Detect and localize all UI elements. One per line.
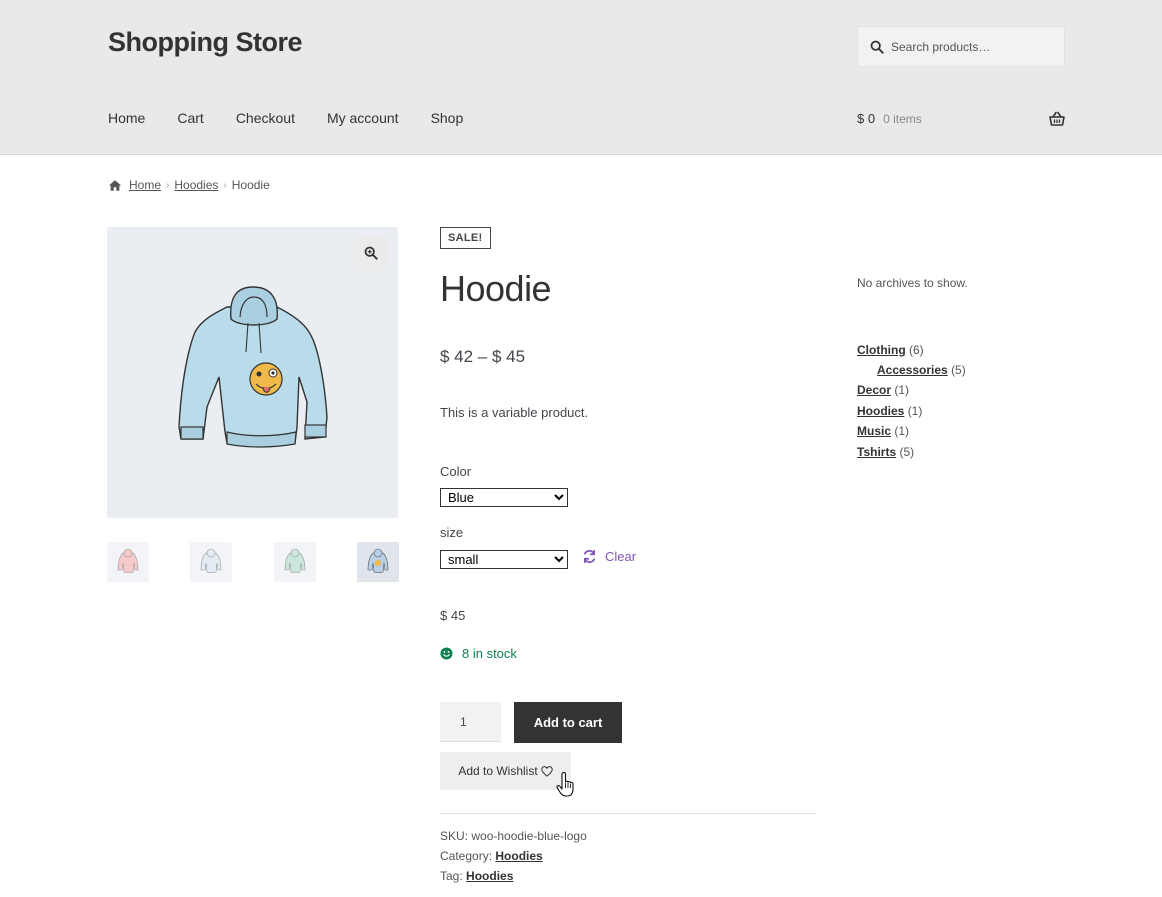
thumbnail-hoodie-image <box>367 548 389 574</box>
category-count: (1) <box>894 383 910 397</box>
category-link[interactable]: Music <box>857 424 891 438</box>
quantity-input[interactable] <box>440 702 501 742</box>
no-archives-text: No archives to show. <box>857 276 968 290</box>
size-label: size <box>440 525 464 540</box>
category-link[interactable]: Clothing <box>857 343 906 357</box>
basket-icon <box>1049 111 1065 126</box>
breadcrumb: Home › Hoodies › Hoodie <box>108 178 270 192</box>
product-title: Hoodie <box>440 268 552 309</box>
category-item-tshirts: Tshirts (5) <box>857 445 914 459</box>
sale-badge: SALE! <box>440 227 491 249</box>
gallery-thumbnail[interactable] <box>274 542 316 582</box>
home-icon <box>108 179 122 191</box>
gallery-thumbnail-active[interactable] <box>357 542 399 582</box>
gallery-thumbnail[interactable] <box>190 542 232 582</box>
gallery-thumbnail[interactable] <box>107 542 149 582</box>
search-input[interactable] <box>891 39 1061 54</box>
zoom-button[interactable] <box>354 236 388 270</box>
tag-label: Tag: <box>440 869 463 883</box>
category-count: (6) <box>909 343 924 357</box>
product-tag: Tag: Hoodies <box>440 869 513 883</box>
cart-amount: $ 0 <box>857 111 876 126</box>
product-sku: SKU: woo-hoodie-blue-logo <box>440 829 587 843</box>
clear-variations-link[interactable]: Clear <box>582 549 636 564</box>
product-category: Category: Hoodies <box>440 849 543 863</box>
thumbnail-hoodie-image <box>284 548 306 574</box>
category-item-decor: Decor (1) <box>857 383 909 397</box>
cart-item-count: 0 items <box>883 111 922 126</box>
clear-label: Clear <box>605 549 637 564</box>
heart-icon <box>540 765 553 777</box>
category-item-accessories: Accessories (5) <box>877 363 966 377</box>
nav-shop[interactable]: Shop <box>431 110 464 126</box>
size-select[interactable]: small <box>440 550 568 569</box>
category-link[interactable]: Tshirts <box>857 445 896 459</box>
product-meta-divider <box>440 813 816 814</box>
search-box[interactable] <box>857 26 1065 67</box>
color-select[interactable]: Blue <box>440 488 568 507</box>
sku-label: SKU: <box>440 829 469 843</box>
category-count: (5) <box>899 445 915 459</box>
add-to-cart-button[interactable]: Add to cart <box>514 702 622 743</box>
category-label: Category: <box>440 849 493 863</box>
breadcrumb-home[interactable]: Home <box>129 178 161 192</box>
category-link[interactable]: Accessories <box>877 363 948 377</box>
category-count: (5) <box>951 363 966 377</box>
search-icon <box>870 40 884 54</box>
nav-checkout[interactable]: Checkout <box>236 110 295 126</box>
hoodie-image <box>178 286 328 448</box>
category-count: (1) <box>894 424 910 438</box>
wishlist-label: Add to Wishlist <box>458 764 538 778</box>
price-range: $ 42 – $ 45 <box>440 347 526 366</box>
stock-text: 8 in stock <box>462 646 517 661</box>
breadcrumb-hoodies[interactable]: Hoodies <box>174 178 218 192</box>
category-link-hoodies[interactable]: Hoodies <box>495 849 542 863</box>
product-main-image[interactable] <box>107 227 398 518</box>
category-item-clothing: Clothing (6) <box>857 343 924 357</box>
color-label: Color <box>440 464 472 479</box>
nav-cart[interactable]: Cart <box>177 110 203 126</box>
category-item-music: Music (1) <box>857 424 909 438</box>
thumbnail-hoodie-image <box>200 548 222 574</box>
nav-home[interactable]: Home <box>108 110 145 126</box>
category-link[interactable]: Decor <box>857 383 891 397</box>
site-header: Shopping Store Home Cart Checkout My acc… <box>0 0 1162 155</box>
breadcrumb-current: Hoodie <box>231 178 270 192</box>
tag-link-hoodies[interactable]: Hoodies <box>466 869 513 883</box>
add-to-wishlist-button[interactable]: Add to Wishlist <box>440 752 571 790</box>
stock-status: 8 in stock <box>440 646 517 661</box>
hand-cursor-icon <box>556 772 574 797</box>
category-item-hoodies: Hoodies (1) <box>857 404 922 418</box>
site-title[interactable]: Shopping Store <box>108 27 302 58</box>
thumbnail-hoodie-image <box>117 548 139 574</box>
zoom-in-icon <box>364 246 378 260</box>
breadcrumb-separator: › <box>166 179 170 191</box>
smile-icon <box>440 647 453 660</box>
category-count: (1) <box>907 404 923 418</box>
header-cart[interactable]: $ 0 0 items <box>857 111 1065 126</box>
variation-price: $ 45 <box>440 608 466 623</box>
short-description: This is a variable product. <box>440 405 589 420</box>
refresh-icon <box>583 549 596 564</box>
category-link[interactable]: Hoodies <box>857 404 904 418</box>
nav-my-account[interactable]: My account <box>327 110 399 126</box>
primary-nav: Home Cart Checkout My account Shop <box>108 110 495 126</box>
breadcrumb-separator: › <box>223 179 227 191</box>
sku-value: woo-hoodie-blue-logo <box>471 829 587 843</box>
